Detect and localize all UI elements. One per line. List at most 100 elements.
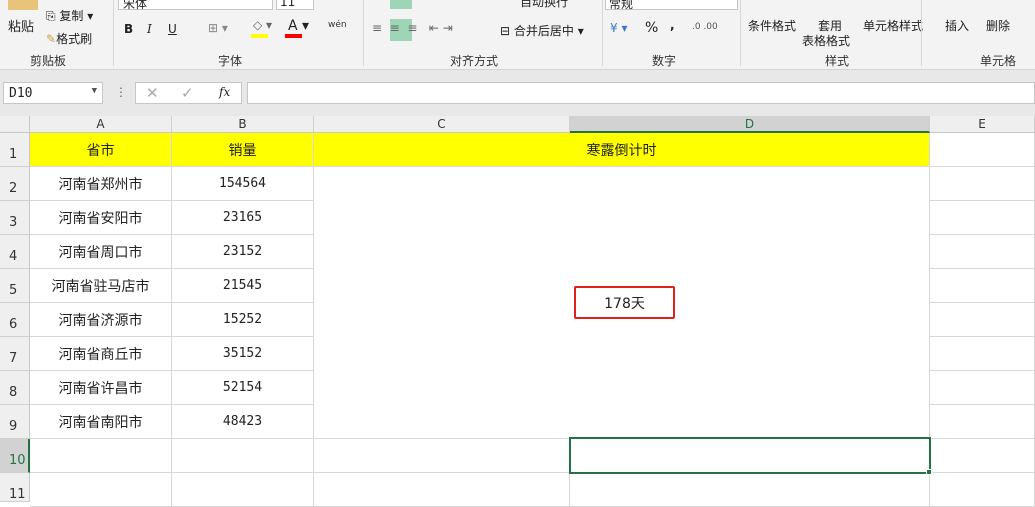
- cell-sales[interactable]: 23152: [172, 235, 314, 269]
- styles-group-label: 样式: [825, 54, 850, 68]
- cell-styles-button[interactable]: 单元格样式: [863, 17, 923, 34]
- cell-province[interactable]: 河南省安阳市: [30, 201, 172, 235]
- currency-button[interactable]: ¥ ▾: [610, 21, 627, 35]
- font-size-select[interactable]: 11: [276, 0, 314, 10]
- wrap-text-button[interactable]: 自动换行: [520, 0, 568, 10]
- row-header-1[interactable]: 1: [0, 133, 30, 167]
- cell-empty[interactable]: [930, 201, 1035, 235]
- column-header-d[interactable]: D: [570, 116, 930, 133]
- format-painter-button[interactable]: ✎格式刷: [46, 30, 92, 47]
- divider: [113, 0, 114, 66]
- row-header-2[interactable]: 2: [0, 167, 30, 201]
- cell-sales[interactable]: 35152: [172, 337, 314, 371]
- conditional-format-button[interactable]: 条件格式: [748, 17, 796, 34]
- cell-sales[interactable]: 48423: [172, 405, 314, 439]
- column-header-a[interactable]: A: [30, 116, 172, 133]
- cell-empty[interactable]: [930, 167, 1035, 201]
- border-button[interactable]: ⊞ ▾: [208, 21, 228, 35]
- cell-province[interactable]: 河南省周口市: [30, 235, 172, 269]
- ribbon: 粘贴 ⎘ 复制 ▾ ✎格式刷 剪贴板 宋体 11 B I U ⊞ ▾ ◇ ▾ A…: [0, 0, 1035, 70]
- bold-button[interactable]: B: [124, 22, 133, 36]
- cell-sales[interactable]: 154564: [172, 167, 314, 201]
- divider: [740, 0, 741, 66]
- cell-empty[interactable]: [930, 337, 1035, 371]
- align-buttons-icon[interactable]: ≡ ≡ ≡ ⇤ ⇥: [372, 21, 453, 35]
- cell-empty[interactable]: [930, 269, 1035, 303]
- fill-color-button[interactable]: ◇ ▾: [253, 18, 272, 32]
- row-header-11[interactable]: 11: [0, 473, 30, 502]
- cell-empty[interactable]: [930, 405, 1035, 439]
- cell-empty[interactable]: [30, 439, 172, 473]
- cell-province[interactable]: 河南省济源市: [30, 303, 172, 337]
- row-header-3[interactable]: 3: [0, 201, 30, 235]
- cell-sales[interactable]: 52154: [172, 371, 314, 405]
- copy-icon: ⎘: [46, 9, 60, 23]
- paste-icon[interactable]: [8, 0, 38, 10]
- cell-empty[interactable]: [930, 371, 1035, 405]
- name-box-value: D10: [9, 86, 33, 101]
- percent-button[interactable]: %: [645, 20, 658, 36]
- decimal-buttons[interactable]: .0 .00: [692, 22, 718, 32]
- row-header-8[interactable]: 8: [0, 371, 30, 405]
- chevron-down-icon[interactable]: ▼: [92, 86, 97, 96]
- paste-button[interactable]: 粘贴: [8, 16, 34, 35]
- row-header-4[interactable]: 4: [0, 235, 30, 269]
- confirm-icon[interactable]: ✓: [181, 84, 194, 102]
- row-header-10[interactable]: 10: [0, 439, 30, 473]
- cell-province[interactable]: 河南省商丘市: [30, 337, 172, 371]
- formula-buttons: ✕ ✓ fx: [135, 82, 242, 104]
- divider: [921, 0, 922, 66]
- border-icon: ⊞ ▾: [208, 21, 228, 35]
- cell-sales[interactable]: 21545: [172, 269, 314, 303]
- number-format-select[interactable]: 常规: [605, 0, 738, 11]
- row-header-5[interactable]: 5: [0, 269, 30, 303]
- select-all-button[interactable]: [0, 116, 30, 133]
- comma-button[interactable]: ,: [670, 18, 675, 32]
- italic-button[interactable]: I: [147, 22, 152, 36]
- name-box[interactable]: D10 ▼: [3, 82, 103, 104]
- cell-empty[interactable]: [930, 303, 1035, 337]
- selected-cell-d10[interactable]: [569, 437, 931, 474]
- merge-center-button[interactable]: ⊟ 合并后居中 ▾: [500, 22, 584, 39]
- font-group-label: 字体: [218, 54, 243, 68]
- cell-empty[interactable]: [930, 133, 1035, 167]
- align-middle-button[interactable]: [390, 0, 412, 9]
- cell-empty[interactable]: [314, 439, 570, 473]
- cell-sales[interactable]: 15252: [172, 303, 314, 337]
- insert-button[interactable]: 插入: [945, 17, 969, 34]
- copy-button[interactable]: ⎘ 复制 ▾: [46, 7, 93, 24]
- font-name-select[interactable]: 宋体: [118, 0, 273, 11]
- fill-handle[interactable]: [926, 469, 932, 475]
- cancel-icon[interactable]: ✕: [146, 84, 159, 102]
- delete-button[interactable]: 删除: [986, 17, 1010, 34]
- cell-province[interactable]: 河南省南阳市: [30, 405, 172, 439]
- merge-label: 合并后居中: [513, 24, 574, 38]
- cell-province[interactable]: 河南省驻马店市: [30, 269, 172, 303]
- cell-province[interactable]: 河南省许昌市: [30, 371, 172, 405]
- cells-group-label: 单元格: [980, 54, 1017, 68]
- font-color-icon[interactable]: [285, 34, 302, 38]
- row-header-9[interactable]: 9: [0, 405, 30, 439]
- insert-function-icon[interactable]: fx: [219, 85, 230, 99]
- cell-empty[interactable]: [930, 439, 1035, 473]
- column-header-e[interactable]: E: [930, 116, 1035, 133]
- column-header-c[interactable]: C: [314, 116, 570, 133]
- row-header-7[interactable]: 7: [0, 337, 30, 371]
- cell-empty[interactable]: [930, 235, 1035, 269]
- row-header-6[interactable]: 6: [0, 303, 30, 337]
- cell-province[interactable]: 河南省郑州市: [30, 167, 172, 201]
- header-cell-sales[interactable]: 销量: [172, 133, 314, 167]
- copy-label: 复制: [59, 9, 84, 23]
- more-icon: ⋮: [115, 85, 127, 99]
- cell-empty[interactable]: [172, 439, 314, 473]
- formula-input[interactable]: [247, 82, 1035, 104]
- header-cell-province[interactable]: 省市: [30, 133, 172, 167]
- underline-button[interactable]: U: [168, 22, 177, 36]
- font-color-button[interactable]: A ▾: [288, 18, 309, 34]
- column-header-b[interactable]: B: [172, 116, 314, 133]
- alignment-group-label: 对齐方式: [450, 54, 499, 68]
- cell-sales[interactable]: 23165: [172, 201, 314, 235]
- phonetic-button[interactable]: wén: [328, 20, 347, 30]
- fill-color-icon[interactable]: [251, 34, 268, 38]
- header-cell-countdown[interactable]: 寒露倒计时: [314, 133, 930, 167]
